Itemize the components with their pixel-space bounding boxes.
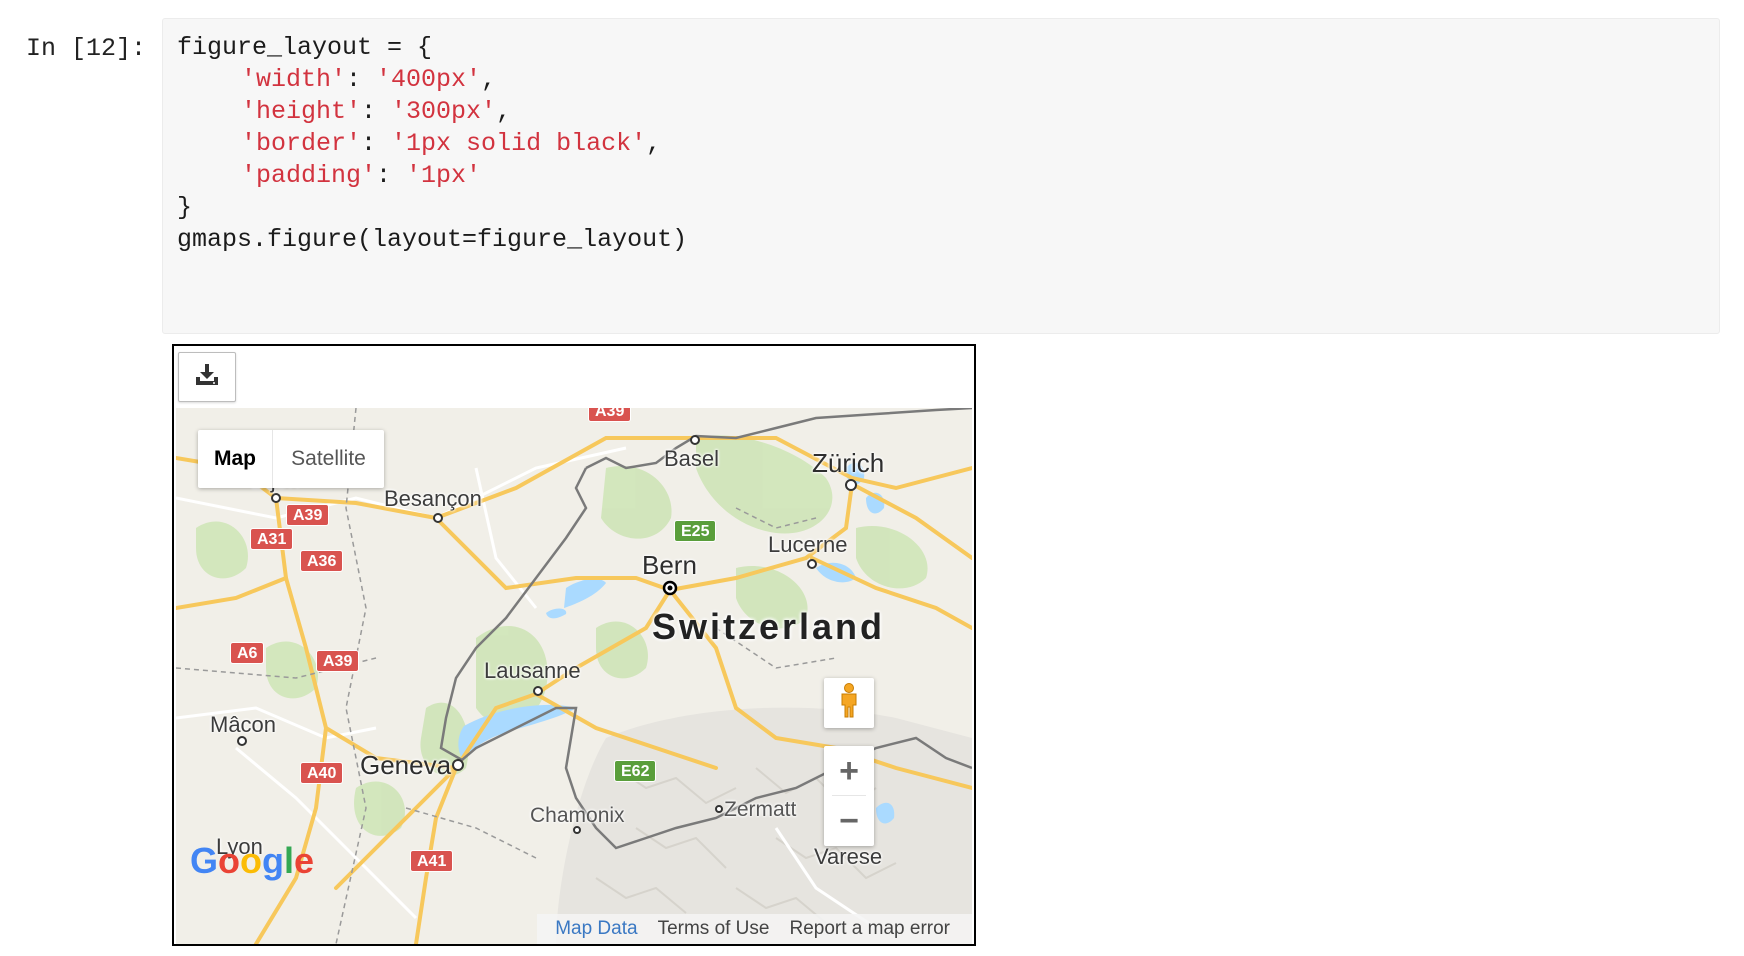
road-shield: A31: [250, 528, 294, 550]
road-shield-label: E62: [621, 763, 650, 780]
gmaps-figure-widget: A39 A39 A31 A36 A6 A39 A40 A41 E25 E62 D…: [172, 344, 976, 946]
city-label-geneva: Geneva: [360, 750, 452, 780]
zoom-out-button[interactable]: −: [824, 796, 874, 846]
road-shield-label: E25: [681, 523, 710, 540]
map-type-map-button[interactable]: Map: [198, 430, 272, 488]
zoom-in-button[interactable]: +: [824, 746, 874, 796]
city-label-bern: Bern: [642, 550, 697, 580]
zoom-control: + −: [824, 746, 874, 846]
road-shield: A39: [316, 650, 360, 672]
city-label-macon: Mâcon: [210, 712, 277, 737]
string-literal: 'padding': [241, 161, 377, 190]
map-footer: Map Data Terms of Use Report a map error: [537, 914, 972, 944]
street-view-pegman-button[interactable]: [824, 678, 874, 728]
city-label-zurich: Zürich: [812, 448, 885, 478]
map-data-link[interactable]: Map Data: [555, 918, 637, 940]
city-label-chamonix: Chamonix: [530, 804, 625, 827]
road-shield: A41: [410, 850, 454, 872]
google-logo[interactable]: Google: [190, 840, 314, 882]
code-text: gmaps.figure(layout=figure_layout): [177, 225, 688, 254]
string-literal: '1px solid black': [391, 129, 647, 158]
city-label-basel: Basel: [664, 446, 720, 471]
road-shield-label: A40: [307, 765, 337, 782]
map-type-satellite-button[interactable]: Satellite: [272, 430, 384, 488]
road-shield: A40: [300, 762, 344, 784]
road-shield-label: A41: [417, 853, 447, 870]
city-label-lausanne: Lausanne: [484, 658, 581, 683]
string-literal: '1px': [406, 161, 482, 190]
road-shield-label: A6: [237, 645, 258, 662]
code-text: figure_layout = {: [177, 33, 433, 62]
download-icon: [194, 363, 220, 392]
code-line-1: figure_layout = {: [177, 33, 432, 63]
road-shield: E62: [614, 760, 657, 782]
road-shield: A39: [286, 504, 330, 526]
string-literal: '300px': [391, 97, 497, 126]
download-button[interactable]: [178, 352, 236, 402]
code-line-5: 'padding': '1px': [241, 161, 482, 190]
city-label-lucerne: Lucerne: [768, 532, 848, 557]
city-label-varese: Varese: [814, 844, 883, 869]
pegman-icon: [838, 682, 860, 724]
city-label-besancon: Besançon: [384, 486, 482, 511]
road-shield: E25: [674, 520, 717, 542]
road-shield: A39: [588, 408, 632, 422]
code-line-7: gmaps.figure(layout=figure_layout): [177, 225, 687, 255]
string-literal: 'border': [241, 129, 362, 158]
road-shield-label: A39: [323, 653, 353, 670]
road-shield-label: A31: [257, 531, 287, 548]
cell-prompt: In [12]:: [26, 34, 147, 63]
city-label-zermatt: Zermatt: [724, 798, 797, 821]
string-literal: '400px': [376, 65, 482, 94]
google-map[interactable]: A39 A39 A31 A36 A6 A39 A40 A41 E25 E62 D…: [176, 408, 972, 944]
road-shield-label: A39: [595, 408, 625, 420]
road-shield-label: A39: [293, 507, 323, 524]
string-literal: 'width': [241, 65, 347, 94]
code-line-6: }: [177, 193, 192, 223]
road-shield: A6: [230, 642, 265, 664]
country-label: Switzerland: [652, 606, 886, 647]
code-cell[interactable]: figure_layout = { 'width': '400px', 'hei…: [162, 18, 1720, 334]
code-line-3: 'height': '300px',: [241, 97, 512, 126]
code-line-2: 'width': '400px',: [241, 65, 497, 94]
map-type-control: Map Satellite: [198, 430, 384, 488]
report-map-error-link[interactable]: Report a map error: [789, 918, 950, 940]
terms-of-use-link[interactable]: Terms of Use: [658, 918, 770, 940]
string-literal: 'height': [241, 97, 362, 126]
code-line-4: 'border': '1px solid black',: [241, 129, 662, 158]
road-shield-label: A36: [307, 553, 337, 570]
code-text: }: [177, 193, 193, 222]
road-shield: A36: [300, 550, 344, 572]
